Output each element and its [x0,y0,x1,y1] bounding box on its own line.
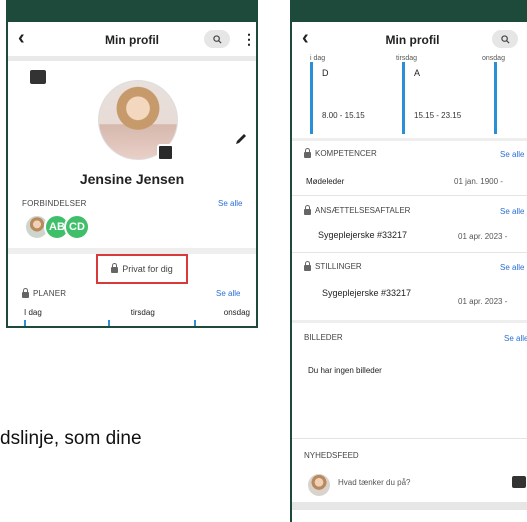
camera-icon[interactable] [30,70,46,84]
divider [292,502,527,510]
shift-code: D [322,68,329,78]
nav-bar: ‹ Min profil ⋮ [292,22,527,56]
lock-icon [304,204,311,215]
lock-icon [22,287,29,298]
newsfeed-post-input[interactable]: Hvad tænker du på? [338,478,411,487]
images-empty-text: Du har ingen billeder [308,366,382,375]
day-label: tirsdag [396,55,418,62]
divider [292,320,527,323]
lock-icon [304,147,311,158]
status-bar [8,2,256,22]
competence-item[interactable]: Mødeleder [306,177,344,186]
more-vert-icon[interactable]: ⋮ [242,30,256,48]
newsfeed-heading: NYHEDSFEED [304,451,359,460]
search-button[interactable] [204,30,230,48]
competences-heading: KOMPETENCER [304,147,377,158]
contract-date: 01 apr. 2023 - [458,232,508,241]
private-for-you-indicator: Privat for dig [96,254,188,284]
phone-profile-top: ‹ Min profil ⋮ Jensine Jensen FORBINDELS… [6,0,258,328]
divider [292,252,527,253]
shift-marker [108,320,110,326]
shift-time: 15.15 - 23.15 [414,111,462,120]
search-icon [212,34,222,44]
competence-date: 01 jan. 1900 - [454,177,503,186]
lock-icon [304,260,311,271]
camera-icon[interactable] [157,144,174,161]
contract-item[interactable]: Sygeplejerske #33217 [318,230,407,240]
user-avatar [308,474,330,496]
divider [292,138,527,141]
divider [8,56,256,61]
plans-heading: PLANER [22,287,67,298]
shift-card[interactable] [494,62,527,134]
shift-code: A [414,68,421,78]
divider [292,195,527,196]
images-see-all-link[interactable]: Se alle [504,334,527,343]
profile-name: Jensine Jensen [79,171,185,187]
day-label: tirsdag [130,308,155,317]
day-label: onsdag [223,308,250,317]
shift-card[interactable]: A 15.15 - 23.15 [402,62,488,134]
status-bar [292,2,527,22]
competences-see-all-link[interactable]: Se alle [500,150,524,159]
plans-days-row: I dag tirsdag onsdag [24,308,250,317]
day-label: i dag [310,55,326,62]
lock-icon [111,263,119,273]
shift-marker [194,320,196,326]
positions-label: STILLINGER [315,262,362,271]
private-label: Privat for dig [122,264,173,274]
connections-heading: FORBINDELSER [22,199,87,208]
shift-marker [24,320,26,326]
shift-bar [494,62,497,134]
competences-label: KOMPETENCER [315,149,377,158]
contracts-label: ANSÆTTELSESAFTALER [315,206,411,215]
connections-list: AB CD [24,214,90,240]
plans-label: PLANER [33,289,67,298]
contracts-see-all-link[interactable]: Se alle [500,207,524,216]
position-date: 01 apr. 2023 - [458,297,508,306]
search-button[interactable] [492,30,518,48]
connections-see-all-link[interactable]: Se alle [218,199,242,208]
position-item[interactable]: Sygeplejerske #33217 [322,288,411,298]
shift-card[interactable]: D 8.00 - 15.15 [310,62,396,134]
pencil-icon[interactable] [234,132,248,146]
positions-heading: STILLINGER [304,260,362,271]
shift-time: 8.00 - 15.15 [322,111,365,120]
shift-bar [402,62,405,134]
plans-see-all-link[interactable]: Se alle [216,289,240,298]
contracts-heading: ANSÆTTELSESAFTALER [304,204,411,215]
connection-avatar[interactable]: CD [64,214,90,240]
plans-shift-markers [24,320,250,326]
schedule-days-row: i dag tirsdag onsdag [310,55,527,62]
shift-bar [310,62,313,134]
positions-see-all-link[interactable]: Se alle [500,263,524,272]
day-label: I dag [24,308,42,317]
phone-profile-scrolled: ‹ Min profil ⋮ i dag tirsdag onsdag D 8.… [290,0,527,522]
divider [292,438,527,439]
nav-bar: ‹ Min profil ⋮ [8,22,256,56]
images-heading: BILLEDER [304,333,343,342]
camera-icon[interactable] [512,476,526,488]
day-label: onsdag [482,55,505,62]
caption-text: dslinje, som dine [0,428,142,449]
search-icon [500,34,510,44]
